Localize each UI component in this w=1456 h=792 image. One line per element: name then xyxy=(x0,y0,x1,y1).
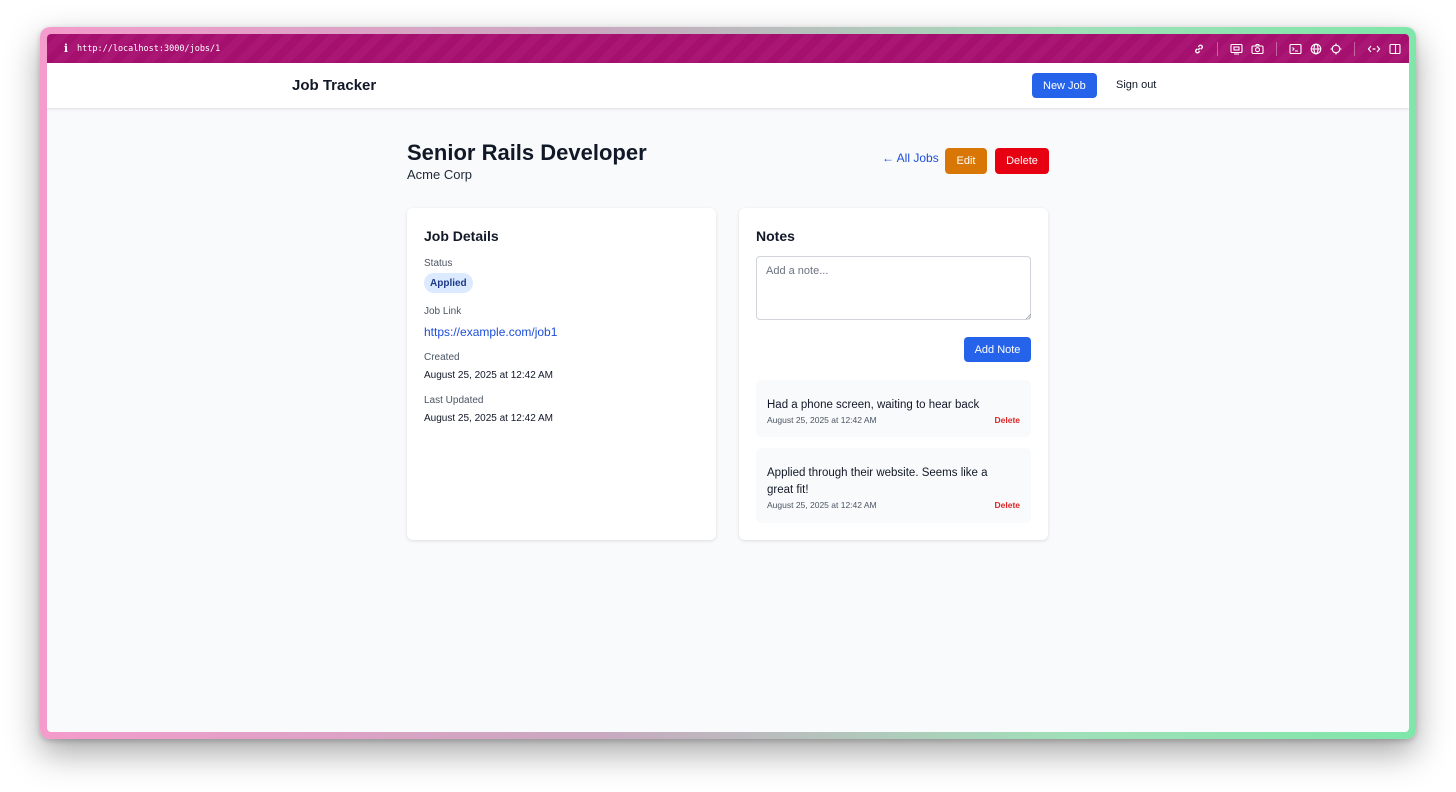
note-item: Applied through their website. Seems lik… xyxy=(756,448,1031,523)
browser-window: i http://localhost:3000/jobs/1 Job Track… xyxy=(40,27,1416,739)
delete-note-button[interactable]: Delete xyxy=(994,415,1020,425)
toolbar-divider xyxy=(1354,41,1355,56)
created-label: Created xyxy=(424,352,460,363)
sidebar-icon[interactable] xyxy=(1389,43,1401,55)
note-text: Had a phone screen, waiting to hear back xyxy=(767,399,980,411)
delete-job-button[interactable]: Delete xyxy=(995,148,1049,174)
toolbar-divider xyxy=(1217,41,1218,56)
app-navbar: Job Tracker New Job Sign out xyxy=(47,63,1409,108)
note-timestamp: August 25, 2025 at 12:42 AM xyxy=(767,415,877,425)
job-details-card: Job Details Status Applied Job Link http… xyxy=(407,208,716,540)
delete-note-button[interactable]: Delete xyxy=(994,500,1020,510)
note-timestamp: August 25, 2025 at 12:42 AM xyxy=(767,500,877,510)
address-bar[interactable]: http://localhost:3000/jobs/1 xyxy=(77,44,220,54)
toolbar-icons xyxy=(1193,34,1401,63)
all-jobs-link[interactable]: ← All Jobs xyxy=(882,151,939,165)
brand-logo-text[interactable]: Job Tracker xyxy=(292,77,376,94)
page-title: Senior Rails Developer xyxy=(407,140,647,165)
globe-icon[interactable] xyxy=(1310,43,1322,55)
terminal-icon[interactable] xyxy=(1289,43,1302,55)
link-icon[interactable] xyxy=(1193,43,1205,55)
sign-out-link[interactable]: Sign out xyxy=(1116,79,1156,91)
job-link[interactable]: https://example.com/job1 xyxy=(424,325,557,339)
toolbar-divider xyxy=(1276,41,1277,56)
notes-card: Notes Add Note Had a phone screen, waiti… xyxy=(739,208,1048,540)
company-name: Acme Corp xyxy=(407,167,473,182)
browser-toolbar: i http://localhost:3000/jobs/1 xyxy=(47,34,1409,63)
status-label: Status xyxy=(424,258,453,269)
last-updated-label: Last Updated xyxy=(424,395,484,406)
job-details-heading: Job Details xyxy=(424,228,499,244)
add-note-button[interactable]: Add Note xyxy=(964,337,1031,362)
note-item: Had a phone screen, waiting to hear back… xyxy=(756,380,1031,437)
screen-icon[interactable] xyxy=(1230,43,1243,55)
notes-heading: Notes xyxy=(756,228,795,244)
info-icon[interactable]: i xyxy=(59,42,73,55)
camera-icon[interactable] xyxy=(1251,43,1264,55)
note-text: Applied through their website. Seems lik… xyxy=(767,467,988,496)
code-icon[interactable] xyxy=(1367,43,1381,55)
new-job-button[interactable]: New Job xyxy=(1032,73,1097,98)
status-badge: Applied xyxy=(424,273,473,293)
note-input[interactable] xyxy=(756,256,1031,320)
last-updated-value: August 25, 2025 at 12:42 AM xyxy=(424,413,553,424)
created-value: August 25, 2025 at 12:42 AM xyxy=(424,370,553,381)
resize-grip-icon[interactable] xyxy=(1025,313,1031,319)
edit-button[interactable]: Edit xyxy=(945,148,987,174)
crosshair-icon[interactable] xyxy=(1330,43,1342,55)
browser-content: i http://localhost:3000/jobs/1 Job Track… xyxy=(47,34,1409,732)
job-link-label: Job Link xyxy=(424,306,462,317)
